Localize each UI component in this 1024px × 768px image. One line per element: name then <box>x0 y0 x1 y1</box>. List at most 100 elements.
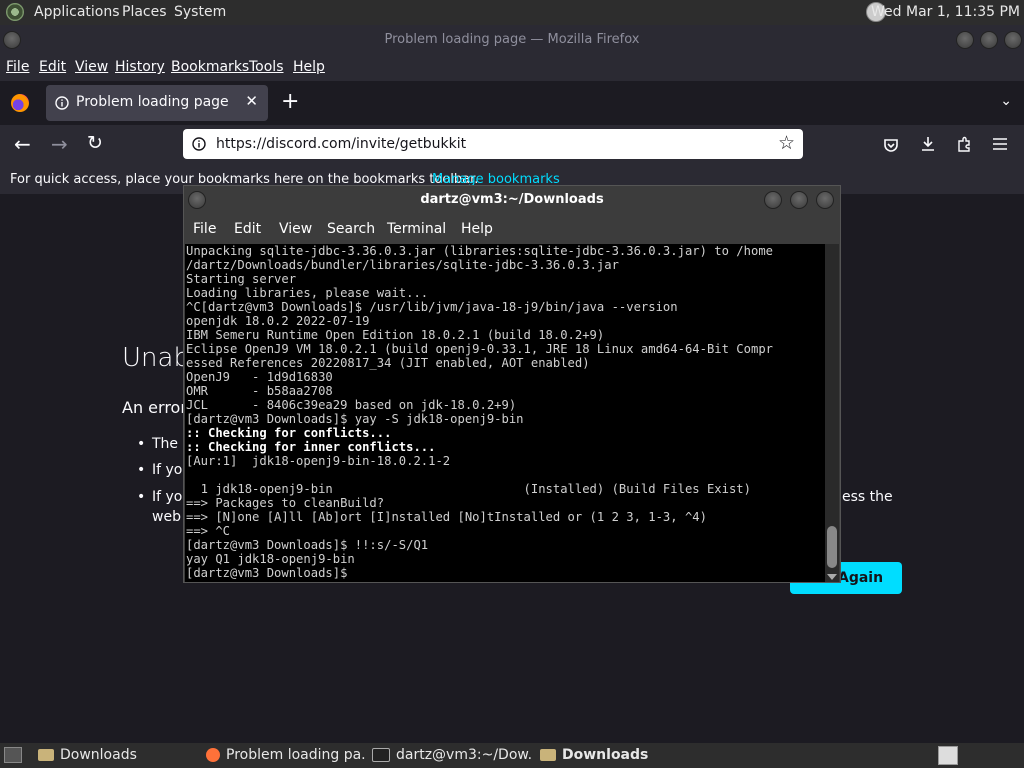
extensions-icon[interactable] <box>956 136 972 152</box>
terminal-window: dartz@vm3:~/Downloads File Edit View Sea… <box>183 185 841 583</box>
system-menu[interactable]: System <box>174 4 226 20</box>
clock[interactable]: Wed Mar 1, 11:35 PM <box>871 4 1020 20</box>
error-heading: Unab <box>122 343 190 373</box>
tab-title: Problem loading page <box>76 94 229 110</box>
hamburger-menu-icon[interactable] <box>992 137 1008 151</box>
terminal-line: :: Checking for inner conflicts... <box>186 440 436 454</box>
list-all-tabs-icon[interactable]: ⌄ <box>1000 93 1012 109</box>
tab-strip: Problem loading page ✕ + ⌄ <box>0 81 1024 125</box>
terminal-line: ==> ^C <box>186 524 231 538</box>
window-menu-icon[interactable] <box>188 191 206 209</box>
scrollbar-thumb[interactable] <box>827 526 837 568</box>
term-menu-terminal[interactable]: Terminal <box>387 221 446 237</box>
maximize-icon[interactable] <box>980 31 998 49</box>
term-menu-search[interactable]: Search <box>327 221 375 237</box>
window-title: Problem loading page — Mozilla Firefox <box>384 32 640 47</box>
close-icon[interactable] <box>816 191 834 209</box>
menu-view[interactable]: View <box>75 59 108 75</box>
window-menu-icon[interactable] <box>3 31 21 49</box>
terminal-line: Eclipse OpenJ9 VM 18.0.2.1 (build openj9… <box>186 342 773 356</box>
terminal-titlebar[interactable]: dartz@vm3:~/Downloads <box>184 186 840 214</box>
term-menu-edit[interactable]: Edit <box>234 221 261 237</box>
minimize-icon[interactable] <box>956 31 974 49</box>
minimize-icon[interactable] <box>764 191 782 209</box>
folder-icon <box>38 749 54 761</box>
terminal-text: Unpacking sqlite-jdbc-3.36.0.3.jar (libr… <box>185 244 825 580</box>
menu-edit[interactable]: Edit <box>39 59 66 75</box>
term-menu-view[interactable]: View <box>279 221 312 237</box>
terminal-line: Loading libraries, please wait... <box>186 286 429 300</box>
menu-help[interactable]: Help <box>293 59 325 75</box>
reload-icon[interactable]: ↻ <box>87 132 103 154</box>
forward-icon[interactable]: → <box>51 132 68 156</box>
terminal-line: Unpacking sqlite-jdbc-3.36.0.3.jar (libr… <box>186 244 773 258</box>
term-menu-file[interactable]: File <box>193 221 216 237</box>
bullet: • <box>137 436 146 452</box>
places-menu[interactable]: Places <box>122 4 167 20</box>
menu-history[interactable]: History <box>115 59 165 75</box>
error-intro: An error <box>122 398 187 417</box>
back-icon[interactable]: ← <box>14 132 31 156</box>
taskbar-label: dartz@vm3:~/Dow... <box>396 747 532 763</box>
menu-file[interactable]: File <box>6 59 29 75</box>
new-tab-icon[interactable]: + <box>281 89 299 114</box>
navigation-toolbar: ← → ↻ https://discord.com/invite/getbukk… <box>0 125 1024 165</box>
close-icon[interactable] <box>1004 31 1022 49</box>
terminal-line: Starting server <box>186 272 297 286</box>
top-panel: Applications Places System Wed Mar 1, 11… <box>0 0 1024 25</box>
pocket-icon[interactable] <box>883 137 899 153</box>
terminal-output[interactable]: Unpacking sqlite-jdbc-3.36.0.3.jar (libr… <box>185 244 825 582</box>
terminal-line: :: Checking for conflicts... <box>186 426 392 440</box>
terminal-scrollbar[interactable] <box>825 244 839 582</box>
tab-close-icon[interactable]: ✕ <box>245 92 258 110</box>
info-icon <box>55 96 69 110</box>
terminal-line: 1 jdk18-openj9-bin (Installed) (Build Fi… <box>186 482 751 496</box>
terminal-line: ^C[dartz@vm3 Downloads]$ /usr/lib/jvm/ja… <box>186 300 678 314</box>
menu-bookmarks[interactable]: Bookmarks <box>171 59 249 75</box>
taskbar-item-firefox[interactable]: Problem loading pa... <box>206 745 366 766</box>
terminal-line: IBM Semeru Runtime Open Edition 18.0.2.1… <box>186 328 605 342</box>
try-again-label: Again <box>838 570 884 586</box>
bottom-panel: Downloads Problem loading pa... dartz@vm… <box>0 743 1024 768</box>
terminal-line: ==> Packages to cleanBuild? <box>186 496 385 510</box>
workspace-switcher[interactable] <box>938 746 958 765</box>
bookmark-star-icon[interactable]: ☆ <box>778 132 795 154</box>
terminal-line: [dartz@vm3 Downloads]$ yay -S jdk18-open… <box>186 412 524 426</box>
url-bar[interactable]: https://discord.com/invite/getbukkit ☆ <box>183 129 803 159</box>
taskbar-item-downloads[interactable]: Downloads <box>38 745 198 766</box>
applications-menu[interactable]: Applications <box>34 4 120 20</box>
scroll-down-arrow-icon[interactable] <box>827 574 837 580</box>
taskbar-label: Downloads <box>60 747 137 763</box>
menu-tools[interactable]: Tools <box>249 59 284 75</box>
distro-logo-icon[interactable] <box>6 3 24 21</box>
terminal-line: [dartz@vm3 Downloads]$ !!:s/-S/Q1 <box>186 538 429 552</box>
terminal-menubar: File Edit View Search Terminal Help <box>184 214 840 244</box>
info-icon[interactable] <box>192 137 206 151</box>
firefox-menubar: File Edit View History Bookmarks Tools H… <box>0 55 1024 81</box>
tab-active[interactable]: Problem loading page ✕ <box>46 85 268 121</box>
terminal-line: ==> [N]one [A]ll [Ab]ort [I]nstalled [No… <box>186 510 707 524</box>
terminal-line: [dartz@vm3 Downloads]$ <box>186 566 355 580</box>
terminal-line: yay Q1 jdk18-openj9-bin <box>186 552 355 566</box>
download-icon[interactable] <box>920 136 936 152</box>
bullet-text: web <box>152 509 181 525</box>
terminal-line: essed References 20220817_34 (JIT enable… <box>186 356 590 370</box>
taskbar-item-downloads-active[interactable]: Downloads <box>540 745 700 766</box>
firefox-icon <box>206 748 220 762</box>
maximize-icon[interactable] <box>790 191 808 209</box>
firefox-titlebar[interactable]: Problem loading page — Mozilla Firefox <box>0 25 1024 55</box>
terminal-line: OpenJ9 - 1d9d16830 <box>186 370 333 384</box>
url-text[interactable]: https://discord.com/invite/getbukkit <box>216 136 466 152</box>
terminal-line: JCL - 8406c39ea29 based on jdk-18.0.2+9) <box>186 398 517 412</box>
taskbar-label: Downloads <box>562 747 649 763</box>
terminal-title: dartz@vm3:~/Downloads <box>420 192 604 207</box>
firefox-logo-icon <box>11 94 29 112</box>
show-desktop-icon[interactable] <box>4 747 22 763</box>
taskbar-label: Problem loading pa... <box>226 747 366 763</box>
term-menu-help[interactable]: Help <box>461 221 493 237</box>
taskbar-item-terminal[interactable]: dartz@vm3:~/Dow... <box>372 745 532 766</box>
terminal-line: OMR - b58aa2708 <box>186 384 333 398</box>
terminal-line: openjdk 18.0.2 2022-07-19 <box>186 314 370 328</box>
bullet-text-right: ess the <box>842 489 893 505</box>
